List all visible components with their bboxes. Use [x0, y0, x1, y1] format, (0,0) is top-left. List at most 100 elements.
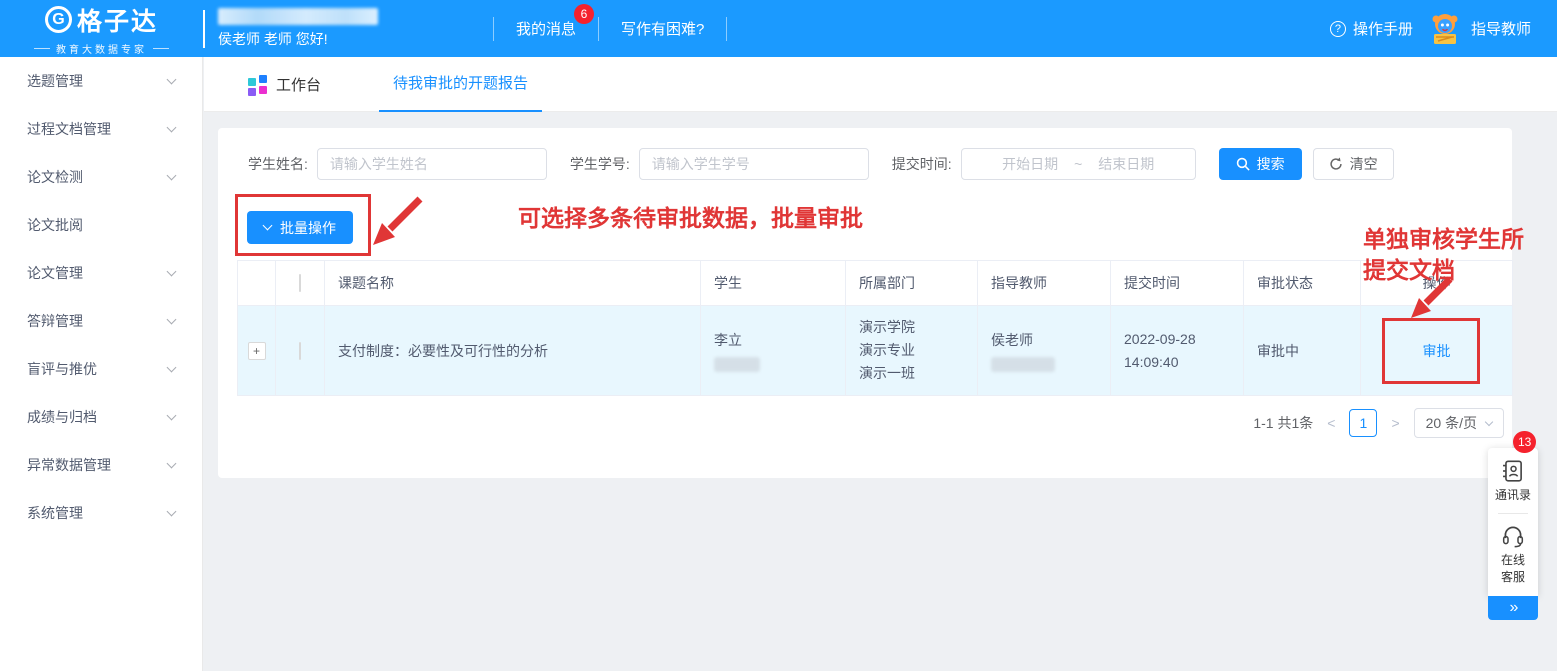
next-page-button[interactable]: >: [1389, 415, 1401, 431]
row-expand-button[interactable]: +: [248, 342, 266, 360]
sidebar-item-thesis-review[interactable]: 论文批阅: [0, 201, 202, 249]
sidebar-item-grades-archive[interactable]: 成绩与归档: [0, 393, 202, 441]
chevron-down-icon: [167, 74, 177, 84]
student-name-label: 学生姓名:: [248, 154, 308, 174]
cell-submit-time: 2022-09-28 14:09:40: [1111, 306, 1244, 396]
sidebar-item-defense-management[interactable]: 答辩管理: [0, 297, 202, 345]
pagination: 1-1 共1条 < 1 > 20 条/页: [1253, 408, 1504, 438]
my-messages-link[interactable]: 我的消息 6: [494, 18, 598, 39]
question-circle-icon: ?: [1330, 21, 1346, 37]
online-service-button[interactable]: 在线 客服: [1500, 523, 1526, 596]
annotation-box-batch: [235, 194, 371, 256]
date-separator: ~: [1074, 156, 1082, 172]
col-student: 学生: [701, 261, 846, 306]
pagination-total: 1-1 共1条: [1253, 413, 1313, 433]
user-greeting: 侯老师 老师 您好!: [218, 29, 378, 49]
annotation-box-approve: [1382, 318, 1480, 384]
chevron-down-icon: [167, 122, 177, 132]
sidebar-item-topic-management[interactable]: 选题管理: [0, 57, 202, 105]
manual-label: 操作手册: [1353, 18, 1413, 39]
student-no-label: 学生学号:: [570, 154, 630, 174]
sidebar-item-label: 系统管理: [27, 503, 83, 523]
sidebar-item-label: 论文管理: [27, 263, 83, 283]
submit-clock: 14:09:40: [1124, 351, 1230, 374]
sidebar-item-label: 异常数据管理: [27, 455, 111, 475]
annotation-arrow-batch: [366, 192, 428, 250]
sidebar-item-process-docs[interactable]: 过程文档管理: [0, 105, 202, 153]
col-status: 审批状态: [1244, 261, 1361, 306]
tab-pending-proposal-reports[interactable]: 待我审批的开题报告: [379, 57, 542, 112]
cell-status: 审批中: [1244, 306, 1361, 396]
role-menu[interactable]: 指导教师: [1427, 11, 1531, 47]
sidebar-item-thesis-management[interactable]: 论文管理: [0, 249, 202, 297]
widget-divider: [1498, 513, 1528, 514]
date-start-placeholder: 开始日期: [1002, 154, 1058, 174]
cell-student: 李立: [701, 306, 846, 396]
col-submit-time: 提交时间: [1111, 261, 1244, 306]
clear-button[interactable]: 清空: [1313, 148, 1394, 180]
table-header-row: 课题名称 学生 所属部门 指导教师 提交时间 审批状态 操作: [238, 261, 1513, 306]
tagline-dash-right: [153, 48, 169, 49]
chevron-down-icon: [167, 314, 177, 324]
cell-advisor: 侯老师: [978, 306, 1111, 396]
sidebar-item-blind-review[interactable]: 盲评与推优: [0, 345, 202, 393]
refresh-icon: [1329, 157, 1343, 171]
sidebar-item-label: 成绩与归档: [27, 407, 97, 427]
collapse-widget-button[interactable]: »: [1488, 596, 1538, 620]
date-range-picker[interactable]: 开始日期 ~ 结束日期: [961, 148, 1196, 180]
sidebar-item-thesis-check[interactable]: 论文检测: [0, 153, 202, 201]
mascot-icon: [1427, 11, 1463, 47]
filter-bar: 学生姓名: 学生学号: 提交时间: 开始日期 ~ 结束日期: [248, 148, 1394, 180]
sidebar-item-abnormal-data[interactable]: 异常数据管理: [0, 441, 202, 489]
submit-time-label: 提交时间:: [892, 154, 952, 174]
table-row: + 支付制度：必要性及可行性的分析 李立 演示学院 演示专业 演示一班 侯老师: [238, 306, 1513, 396]
messages-count-badge: 6: [574, 4, 594, 24]
search-button-label: 搜索: [1257, 154, 1285, 174]
workbench-grid-icon: [248, 75, 267, 94]
search-button[interactable]: 搜索: [1219, 148, 1302, 180]
sidebar-item-system-management[interactable]: 系统管理: [0, 489, 202, 537]
tab-workbench[interactable]: 工作台: [248, 74, 321, 95]
advisor-name: 侯老师: [991, 330, 1097, 350]
department-class: 演示一班: [859, 362, 964, 385]
tab-workbench-label: 工作台: [276, 74, 321, 95]
student-no-input[interactable]: [639, 148, 869, 180]
manual-link[interactable]: ? 操作手册: [1330, 18, 1413, 39]
select-all-checkbox[interactable]: [299, 274, 301, 292]
chevron-down-icon: [167, 266, 177, 276]
writing-help-label: 写作有困难?: [621, 21, 704, 38]
col-topic: 课题名称: [325, 261, 701, 306]
contacts-button[interactable]: 通讯录: [1495, 458, 1531, 504]
tagline-dash-left: [34, 48, 50, 49]
top-header: G 格子达 教育大数据专家 侯老师 老师 您好! 我的消息 6 写作有困难?: [0, 0, 1557, 57]
student-no-filter: 学生学号:: [570, 148, 869, 180]
chevron-down-icon: [167, 362, 177, 372]
brand-tagline: 教育大数据专家: [56, 41, 147, 56]
floating-card: 通讯录 在线 客服: [1488, 448, 1538, 596]
col-select: [276, 261, 325, 306]
header-nav: 我的消息 6 写作有困难?: [493, 17, 727, 41]
student-name-input[interactable]: [317, 148, 547, 180]
user-block: 侯老师 老师 您好!: [218, 8, 378, 49]
redacted-school-name: [218, 8, 378, 25]
app-window: G 格子达 教育大数据专家 侯老师 老师 您好! 我的消息 6 写作有困难?: [0, 0, 1557, 671]
logo-mark-icon: G: [45, 6, 72, 33]
row-checkbox[interactable]: [299, 342, 301, 360]
search-icon: [1236, 157, 1250, 171]
prev-page-button[interactable]: <: [1325, 415, 1337, 431]
sidebar-item-label: 论文检测: [27, 167, 83, 187]
cell-topic: 支付制度：必要性及可行性的分析: [325, 306, 701, 396]
col-department: 所属部门: [846, 261, 978, 306]
submit-date: 2022-09-28: [1124, 328, 1230, 351]
writing-help-link[interactable]: 写作有困难?: [599, 18, 726, 39]
brand-logo: G 格子达 教育大数据专家: [0, 2, 203, 56]
address-book-icon: [1500, 458, 1526, 484]
contacts-count-badge: 13: [1513, 431, 1536, 453]
student-name: 李立: [714, 330, 832, 350]
page-number-button[interactable]: 1: [1349, 409, 1377, 437]
my-messages-label: 我的消息: [516, 21, 576, 38]
submit-time-filter: 提交时间: 开始日期 ~ 结束日期: [892, 148, 1196, 180]
page-size-select[interactable]: 20 条/页: [1414, 408, 1504, 438]
redacted-student-id: [714, 357, 760, 372]
approval-table: 课题名称 学生 所属部门 指导教师 提交时间 审批状态 操作 + 支付制度：必要…: [237, 260, 1513, 396]
